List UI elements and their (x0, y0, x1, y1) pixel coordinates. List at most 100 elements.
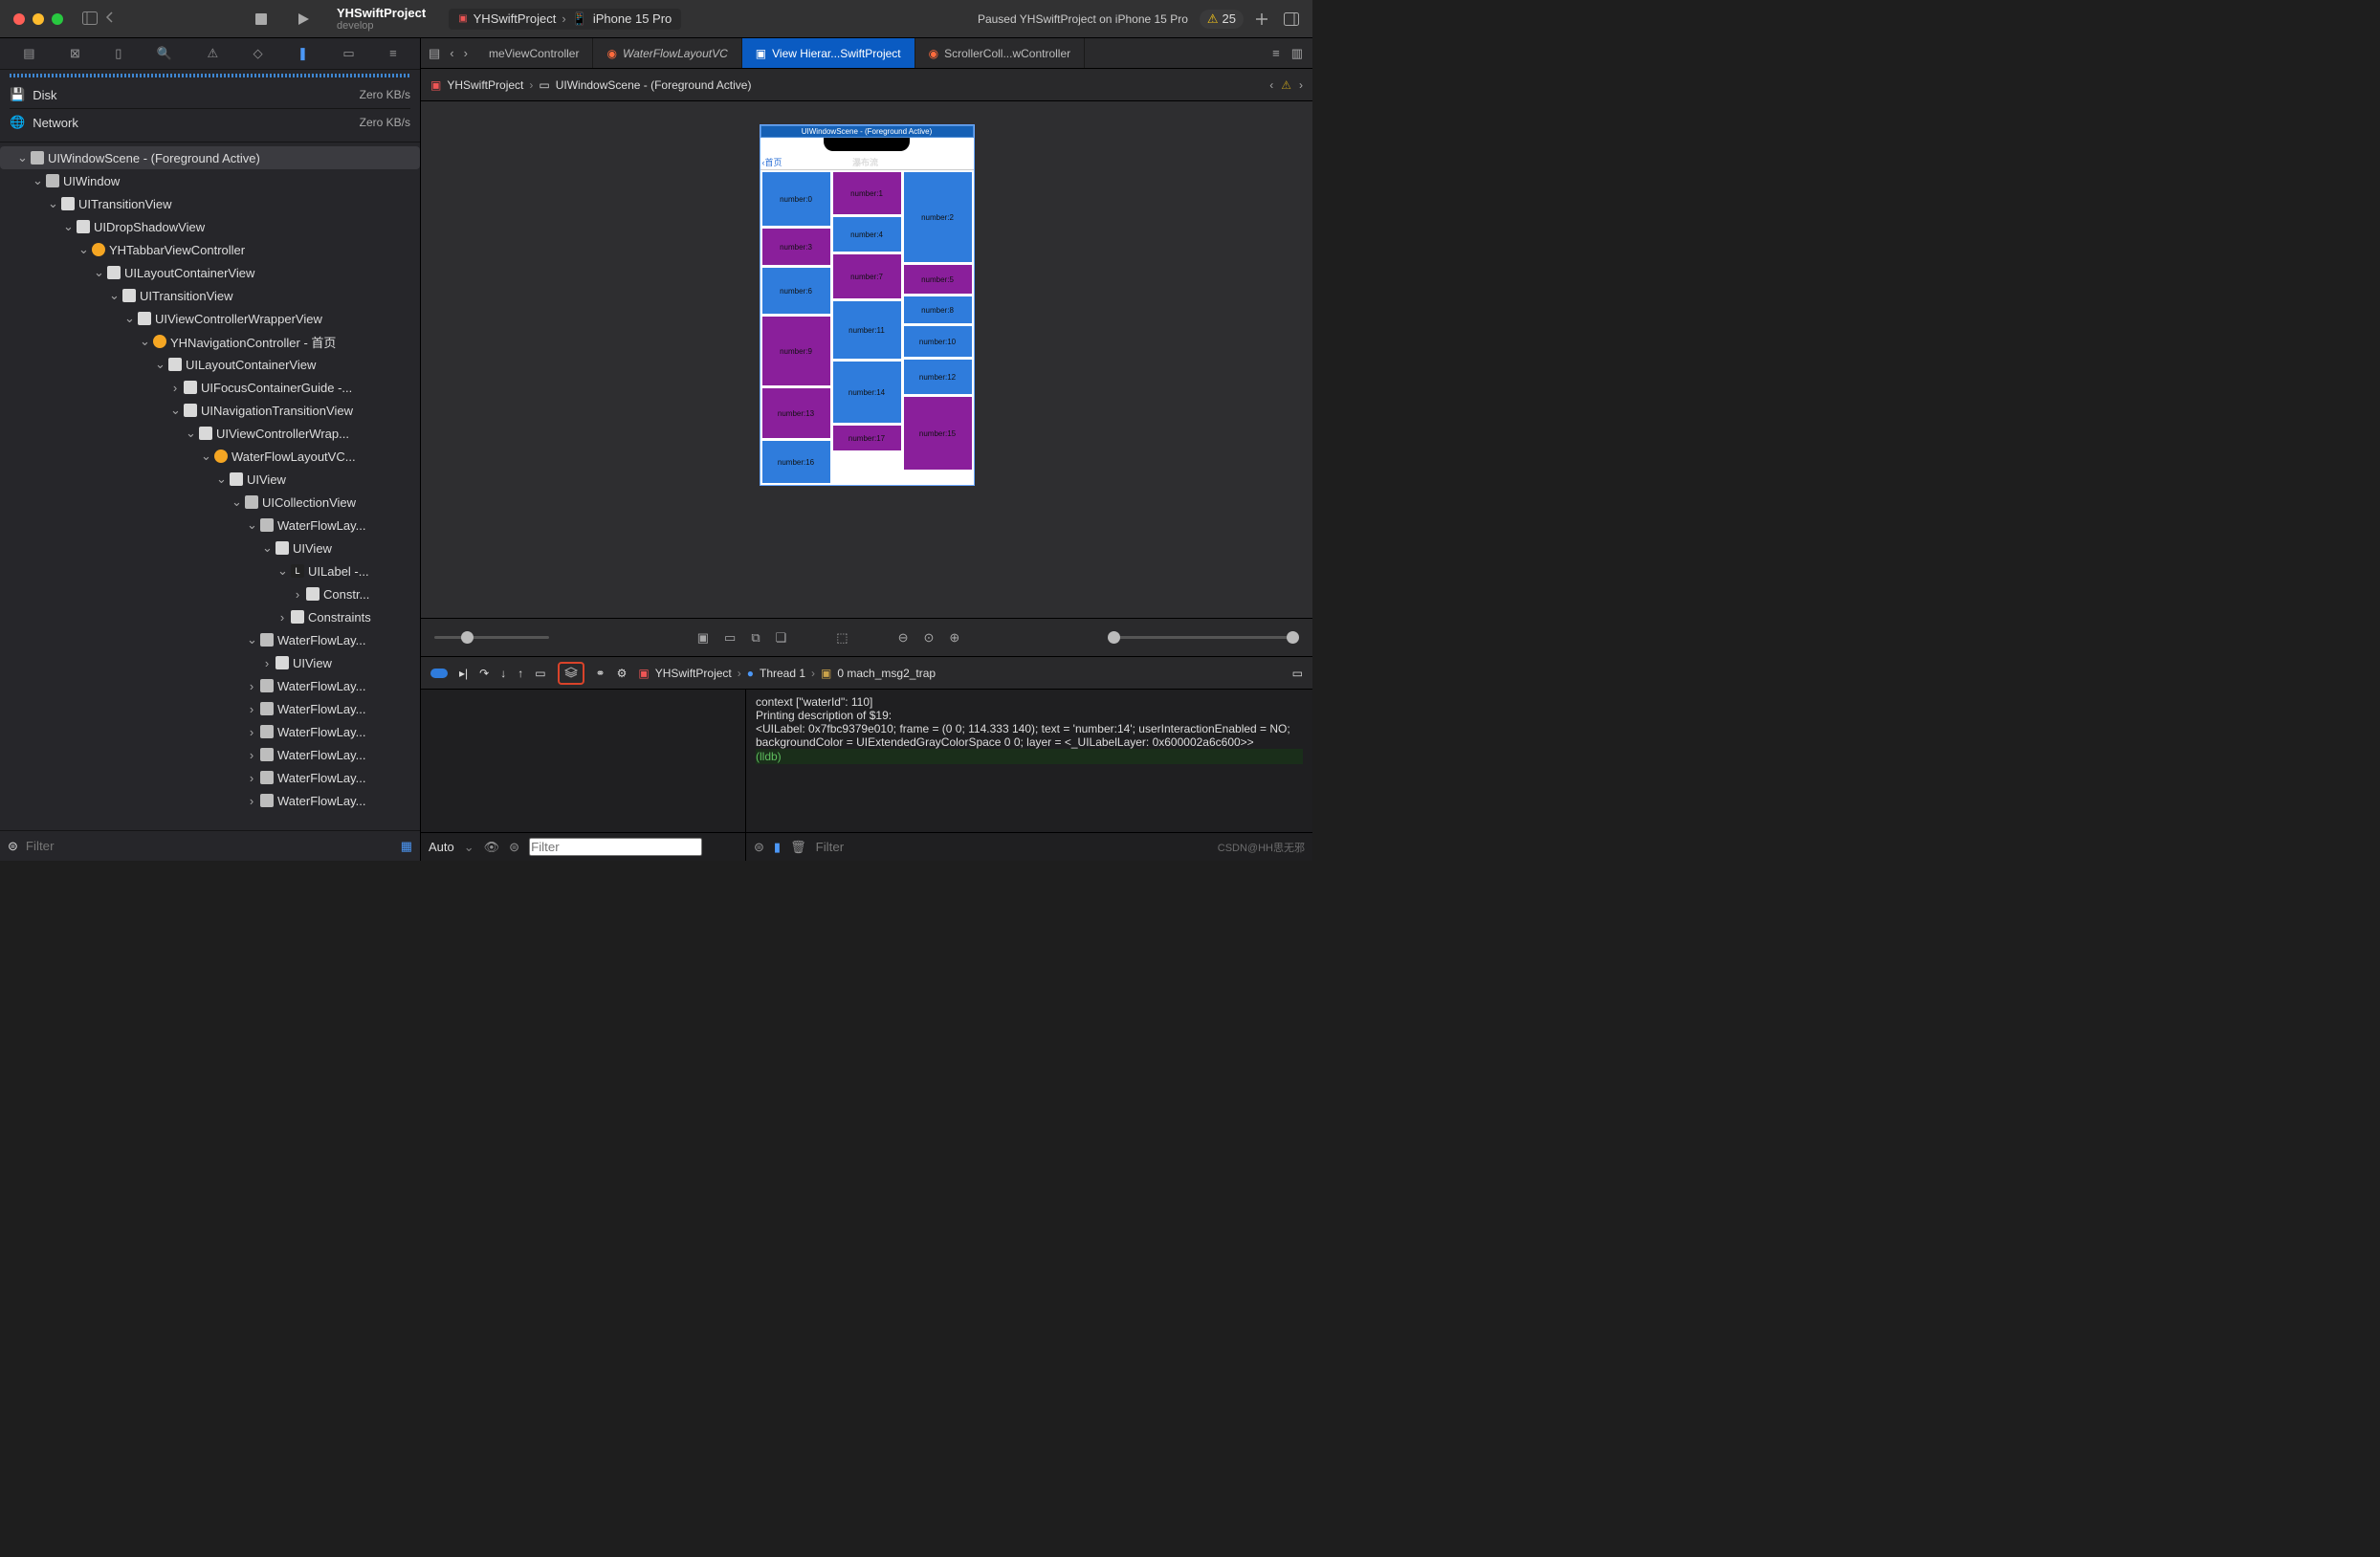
variables-scope[interactable]: Auto (429, 840, 454, 854)
env-overrides-icon[interactable]: ⚙ (617, 667, 628, 680)
sidebar-toggle-icon[interactable] (82, 11, 98, 27)
tree-node[interactable]: ⌄UITransitionView (0, 284, 420, 307)
find-nav-icon[interactable]: 🔍 (157, 46, 172, 61)
tree-node[interactable]: ⌄UITransitionView (0, 192, 420, 215)
breakpoint-nav-icon[interactable]: ▭ (342, 46, 354, 61)
tree-node[interactable]: ⌄UINavigationTransitionView (0, 399, 420, 422)
step-over-icon[interactable]: ↷ (479, 667, 489, 680)
tree-node[interactable]: ⌄UILayoutContainerView (0, 261, 420, 284)
library-icon[interactable] (1284, 12, 1299, 26)
minimize-window[interactable] (33, 13, 44, 25)
device-preview[interactable]: UIWindowScene - (Foreground Active) ‹首页 … (760, 124, 975, 486)
assistant-icon[interactable]: ▥ (1291, 46, 1303, 61)
report-nav-icon[interactable]: ≡ (389, 46, 397, 61)
jump-bar[interactable]: ▣ YHSwiftProject › ▭ UIWindowScene - (Fo… (421, 69, 1312, 101)
zoom-slider[interactable] (434, 636, 549, 639)
path-scene[interactable]: UIWindowScene - (Foreground Active) (556, 78, 752, 92)
console-output[interactable]: context ["waterId": 110]Printing descrip… (746, 690, 1312, 832)
filter-icon[interactable]: ⊜ (8, 839, 18, 854)
bookmark-nav-icon[interactable]: ▯ (115, 46, 121, 61)
breakpoints-toggle[interactable] (430, 669, 448, 678)
tree-node[interactable]: ⌄UICollectionView (0, 491, 420, 514)
toggle-panel-icon[interactable]: ▭ (1292, 667, 1303, 680)
prev-issue-icon[interactable]: ‹ (1269, 78, 1273, 92)
tree-node[interactable]: ⌄WaterFlowLay... (0, 514, 420, 537)
view-debugger-icon[interactable] (558, 662, 584, 685)
trash-icon[interactable]: 🗑 (790, 840, 806, 855)
console-scope-icon[interactable]: ▮ (774, 840, 781, 855)
tree-node[interactable]: ⌄WaterFlowLayoutVC... (0, 445, 420, 468)
issues-badge[interactable]: ⚠ 25 (1200, 10, 1244, 29)
tree-node[interactable]: ⌄UILayoutContainerView (0, 353, 420, 376)
tree-node[interactable]: ›WaterFlowLay... (0, 674, 420, 697)
variables-view[interactable]: Auto ⌄ 👁 ⊜ (421, 690, 746, 861)
zoom-in-icon[interactable]: ⊕ (949, 630, 959, 646)
console-filter-input[interactable] (816, 840, 1208, 854)
zoom-window[interactable] (52, 13, 63, 25)
tab-fwd-icon[interactable]: › (464, 46, 468, 60)
depth-slider[interactable] (1108, 636, 1299, 639)
next-issue-icon[interactable]: › (1299, 78, 1303, 92)
constraints-icon[interactable]: ▭ (724, 630, 736, 646)
tab-back-icon[interactable]: ‹ (450, 46, 453, 60)
navigator-filter-input[interactable] (26, 839, 393, 853)
tree-node[interactable]: ⌄UIViewControllerWrapperView (0, 307, 420, 330)
zoom-out-icon[interactable]: ⊖ (898, 630, 909, 646)
tree-node[interactable]: ⌄WaterFlowLay... (0, 628, 420, 651)
tree-node[interactable]: ⌄UIDropShadowView (0, 215, 420, 238)
tab-view-hierarchy[interactable]: ▣View Hierar...SwiftProject (742, 38, 915, 68)
debug-crumb[interactable]: ▣ YHSwiftProject› ● Thread 1› ▣ 0 mach_m… (638, 667, 936, 680)
tree-node[interactable]: ⌄UIWindow (0, 169, 420, 192)
tree-node[interactable]: ⌄YHNavigationController - 首页 (0, 330, 420, 353)
orient-3d-icon[interactable]: ⬚ (836, 630, 848, 646)
scheme-selector[interactable]: ▣ YHSwiftProject › 📱 iPhone 15 Pro (449, 9, 681, 30)
stack-icon[interactable]: ❏ (776, 630, 787, 646)
step-out-icon[interactable]: ↑ (518, 667, 523, 680)
tree-node[interactable]: ›WaterFlowLay... (0, 766, 420, 789)
add-tab-icon[interactable] (1255, 12, 1268, 26)
tab-scrollercoll[interactable]: ◉ScrollerColl...wController (915, 38, 1086, 68)
tree-node[interactable]: ›WaterFlowLay... (0, 743, 420, 766)
clip-icon[interactable]: ▣ (697, 630, 709, 646)
tree-node[interactable]: ›Constraints (0, 605, 420, 628)
tree-node[interactable]: ⌄UIViewControllerWrap... (0, 422, 420, 445)
tree-node[interactable]: ›UIFocusContainerGuide -... (0, 376, 420, 399)
stop-button[interactable] (254, 12, 268, 26)
console-menu-icon[interactable]: ⊜ (754, 840, 764, 855)
project-nav-icon[interactable]: ▤ (23, 46, 34, 61)
issue-nav-icon[interactable]: ⚠ (208, 46, 219, 61)
editor-options-icon[interactable]: ≡ (1272, 46, 1280, 60)
tree-node[interactable]: ⌄UIView (0, 468, 420, 491)
layers-icon[interactable]: ⧉ (751, 630, 760, 646)
memory-graph-icon[interactable]: ⚭ (596, 667, 606, 680)
debug-nav-icon[interactable]: ❚ (298, 46, 308, 61)
tab-meviewcontroller[interactable]: meViewController (475, 38, 593, 68)
continue-icon[interactable]: ▸| (459, 667, 468, 680)
tab-waterflowlayoutvc[interactable]: ◉WaterFlowLayoutVC (593, 38, 741, 68)
tree-node[interactable]: ⌄YHTabbarViewController (0, 238, 420, 261)
path-project[interactable]: YHSwiftProject (447, 78, 523, 92)
run-button[interactable] (297, 12, 310, 26)
tree-node[interactable]: ⌄LUILabel -... (0, 559, 420, 582)
source-control-nav-icon[interactable]: ⊠ (70, 46, 80, 61)
scope-icon[interactable]: ▦ (401, 839, 412, 854)
tree-node[interactable]: ›WaterFlowLay... (0, 789, 420, 812)
tree-node[interactable]: ›WaterFlowLay... (0, 720, 420, 743)
variables-filter-input[interactable] (529, 838, 702, 856)
tree-node[interactable]: ⌄UIWindowScene - (Foreground Active) (0, 146, 420, 169)
tree-node[interactable]: ⌄UIView (0, 537, 420, 559)
tree-node[interactable]: ›WaterFlowLay... (0, 697, 420, 720)
debug-view-icon[interactable]: ▭ (535, 667, 545, 680)
zoom-actual-icon[interactable]: ⊙ (923, 630, 934, 646)
network-metric[interactable]: 🌐 Network Zero KB/s (10, 111, 410, 134)
eye-icon[interactable]: 👁 (484, 840, 500, 855)
tree-node[interactable]: ›Constr... (0, 582, 420, 605)
disk-metric[interactable]: 💾 Disk Zero KB/s (10, 83, 410, 106)
tab-list-icon[interactable]: ▤ (429, 46, 440, 61)
tree-node[interactable]: ›UIView (0, 651, 420, 674)
nav-back-icon[interactable] (105, 11, 121, 27)
step-into-icon[interactable]: ↓ (500, 667, 506, 680)
view-debugger-canvas[interactable]: UIWindowScene - (Foreground Active) ‹首页 … (421, 101, 1312, 618)
close-window[interactable] (13, 13, 25, 25)
filter-icon[interactable]: ⊜ (509, 840, 519, 855)
